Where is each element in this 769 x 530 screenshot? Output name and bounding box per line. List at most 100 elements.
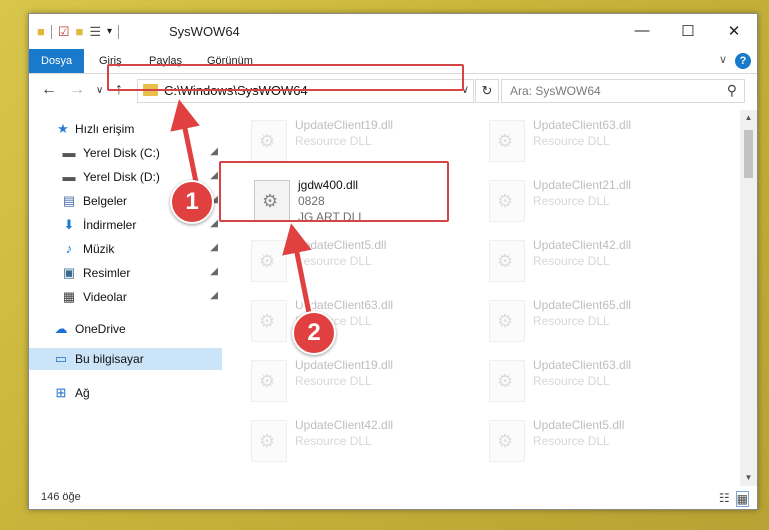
file-name: UpdateClient19.dll bbox=[295, 358, 394, 372]
toolbar-separator bbox=[50, 25, 52, 39]
list-item[interactable]: UpdateClient65.dll Resource DLL bbox=[485, 296, 710, 351]
dll-file-icon bbox=[251, 240, 287, 282]
file-description: Resource DLL bbox=[533, 314, 610, 328]
scroll-up-icon[interactable]: ▲ bbox=[740, 110, 757, 126]
file-description: Resource DLL bbox=[295, 374, 372, 388]
drive-icon: ▬ bbox=[62, 169, 76, 184]
pin-icon[interactable]: ◢ bbox=[210, 218, 218, 229]
list-item[interactable]: UpdateClient42.dll Resource DLL bbox=[485, 236, 710, 291]
pin-icon[interactable]: ◢ bbox=[210, 242, 218, 253]
ribbon-expand-icon[interactable]: ∨ bbox=[719, 53, 727, 66]
star-icon: ★ bbox=[57, 121, 69, 136]
list-item[interactable]: UpdateClient42.dll Resource DLL bbox=[247, 416, 472, 471]
file-description: Resource DLL bbox=[533, 254, 610, 268]
sidebar-item-label: Bu bilgisayar bbox=[75, 352, 144, 366]
search-placeholder: Ara: SysWOW64 bbox=[510, 84, 601, 98]
file-name: UpdateClient42.dll bbox=[295, 418, 394, 432]
pin-icon[interactable]: ◢ bbox=[210, 266, 218, 277]
minimize-button[interactable]: — bbox=[619, 14, 665, 47]
file-name: UpdateClient63.dll bbox=[533, 118, 632, 132]
large-icons-view-icon[interactable]: ▦ bbox=[735, 491, 749, 507]
file-description: Resource DLL bbox=[533, 194, 610, 208]
list-item[interactable]: UpdateClient63.dll Resource DLL bbox=[247, 296, 472, 351]
item-count: 146 öğe bbox=[41, 491, 81, 503]
file-name: UpdateClient65.dll bbox=[533, 298, 632, 312]
dll-file-icon bbox=[251, 300, 287, 342]
file-description: Resource DLL bbox=[295, 434, 372, 448]
sidebar-item-label: İndirmeler bbox=[83, 218, 137, 232]
back-button[interactable]: ← bbox=[41, 81, 57, 99]
file-name: UpdateClient19.dll bbox=[295, 118, 394, 132]
properties-icon[interactable]: ☑ bbox=[58, 24, 70, 40]
dll-file-icon bbox=[489, 300, 525, 342]
sidebar-item-videos[interactable]: ▦ Videolar ◢ bbox=[29, 286, 222, 308]
sidebar-item-disk-c[interactable]: ▬ Yerel Disk (C:) ◢ bbox=[29, 142, 222, 164]
sidebar-item-label: Müzik bbox=[83, 242, 115, 256]
file-description: Resource DLL bbox=[295, 134, 372, 148]
network-icon: ⊞ bbox=[55, 385, 67, 400]
file-description: Resource DLL bbox=[295, 254, 372, 268]
dll-file-icon bbox=[489, 420, 525, 462]
file-name: UpdateClient21.dll bbox=[533, 178, 632, 192]
dll-file-icon bbox=[489, 240, 525, 282]
new-folder-icon[interactable]: ■ bbox=[76, 24, 84, 40]
search-input[interactable]: Ara: SysWOW64 ⚲ bbox=[501, 79, 745, 103]
file-description: Resource DLL bbox=[533, 434, 610, 448]
navigation-pane: ★ Hızlı erişim ▬ Yerel Disk (C:) ◢ ▬ Yer… bbox=[29, 110, 222, 486]
file-name: UpdateClient42.dll bbox=[533, 238, 632, 252]
file-description: Resource DLL bbox=[533, 374, 610, 388]
file-name: UpdateClient5.dll bbox=[295, 238, 387, 252]
list-item[interactable]: UpdateClient5.dll Resource DLL bbox=[485, 416, 710, 471]
dll-file-icon bbox=[489, 120, 525, 162]
sidebar-item-label: Resimler bbox=[83, 266, 131, 280]
sidebar-item-quick-access[interactable]: ★ Hızlı erişim bbox=[29, 118, 222, 140]
list-item[interactable]: UpdateClient63.dll Resource DLL bbox=[485, 116, 710, 171]
sidebar-item-network[interactable]: ⊞ Ağ bbox=[29, 382, 222, 404]
sidebar-item-label: Yerel Disk (D:) bbox=[83, 170, 160, 184]
refresh-button[interactable]: ↻ bbox=[475, 79, 499, 103]
forward-button[interactable]: → bbox=[69, 81, 85, 99]
details-view-icon[interactable]: ☷ bbox=[719, 491, 730, 507]
quick-access-toolbar: ■ ☑ ■ ☰ ▾ bbox=[37, 23, 120, 41]
file-name: UpdateClient5.dll bbox=[533, 418, 625, 432]
view-switcher: ☷ ▦ bbox=[719, 491, 749, 507]
file-name: UpdateClient63.dll bbox=[533, 358, 632, 372]
sidebar-item-music[interactable]: ♪ Müzik ◢ bbox=[29, 238, 222, 260]
list-item[interactable]: UpdateClient19.dll Resource DLL bbox=[247, 356, 472, 411]
sidebar-item-label: OneDrive bbox=[75, 322, 126, 336]
scroll-down-icon[interactable]: ▼ bbox=[740, 470, 757, 486]
videos-icon: ▦ bbox=[62, 289, 76, 304]
sidebar-item-label: Belgeler bbox=[83, 194, 128, 208]
sidebar-item-label: Hızlı erişim bbox=[75, 122, 135, 136]
search-icon[interactable]: ⚲ bbox=[727, 82, 737, 99]
music-icon: ♪ bbox=[65, 241, 73, 256]
pin-icon[interactable]: ◢ bbox=[210, 290, 218, 301]
dll-file-icon bbox=[489, 360, 525, 402]
sidebar-item-onedrive[interactable]: ☁ OneDrive bbox=[29, 318, 222, 340]
documents-icon: ▤ bbox=[62, 193, 76, 208]
list-item[interactable]: UpdateClient63.dll Resource DLL bbox=[485, 356, 710, 411]
folder-icon: ■ bbox=[37, 24, 45, 39]
view-options-icon[interactable]: ☰ bbox=[89, 24, 101, 40]
list-item[interactable]: UpdateClient5.dll Resource DLL bbox=[247, 236, 472, 291]
scroll-thumb[interactable] bbox=[744, 130, 753, 178]
file-highlight-box bbox=[219, 161, 449, 222]
pin-icon[interactable]: ◢ bbox=[210, 170, 218, 181]
computer-icon: ▭ bbox=[54, 351, 68, 366]
cloud-icon: ☁ bbox=[54, 321, 68, 336]
help-icon[interactable]: ? bbox=[735, 53, 751, 69]
sidebar-item-pictures[interactable]: ▣ Resimler ◢ bbox=[29, 262, 222, 284]
tab-dosya[interactable]: Dosya bbox=[29, 49, 85, 73]
close-button[interactable]: ✕ bbox=[711, 14, 757, 47]
sidebar-item-this-pc[interactable]: ▭ Bu bilgisayar bbox=[29, 348, 222, 370]
recent-locations-button[interactable]: ∨ bbox=[96, 85, 103, 96]
sidebar-item-label: Yerel Disk (C:) bbox=[83, 146, 160, 160]
sidebar-item-label: Ağ bbox=[75, 386, 90, 400]
qat-dropdown-icon[interactable]: ▾ bbox=[107, 24, 112, 40]
list-item[interactable]: UpdateClient21.dll Resource DLL bbox=[485, 176, 710, 231]
dll-file-icon bbox=[489, 180, 525, 222]
pictures-icon: ▣ bbox=[62, 265, 76, 280]
pin-icon[interactable]: ◢ bbox=[210, 146, 218, 157]
vertical-scrollbar[interactable]: ▲ ▼ bbox=[740, 110, 757, 486]
maximize-button[interactable]: ☐ bbox=[665, 14, 711, 47]
